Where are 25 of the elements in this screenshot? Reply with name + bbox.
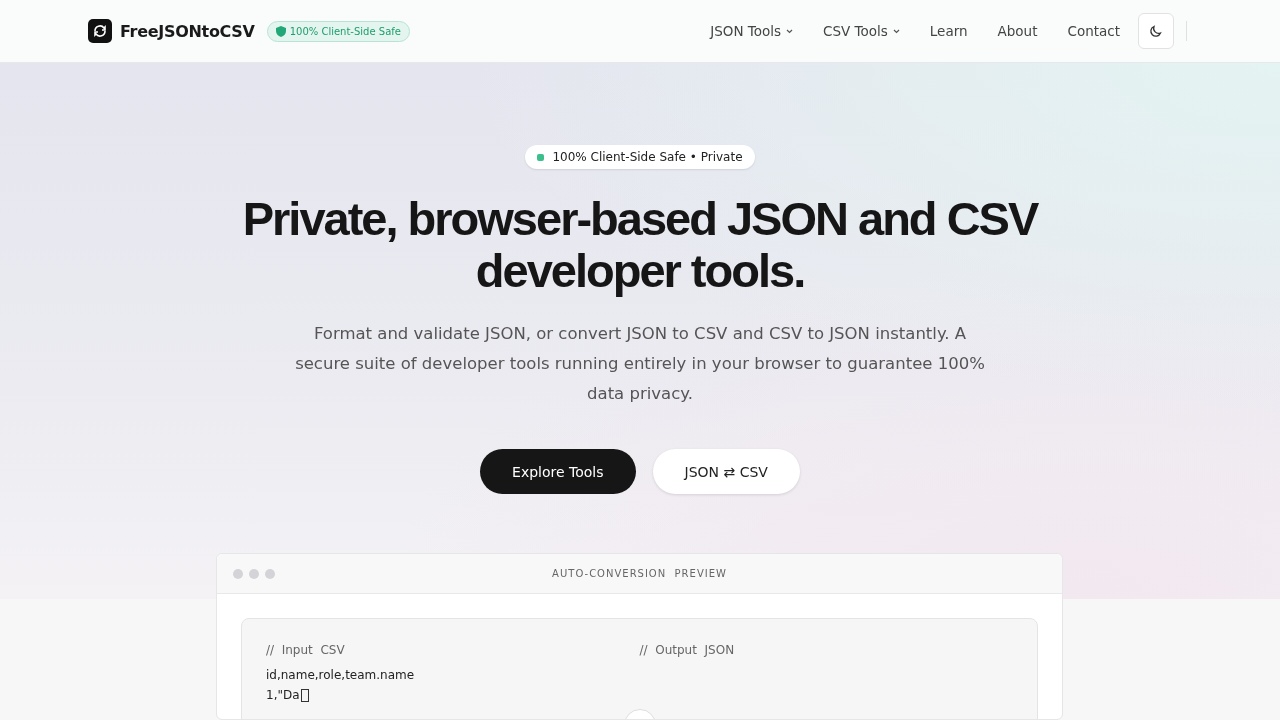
window-controls-icon bbox=[233, 568, 275, 579]
chevron-down-icon bbox=[786, 28, 794, 34]
brand-name[interactable]: FreeJSONtoCSV bbox=[120, 21, 255, 41]
explore-tools-button[interactable]: Explore Tools bbox=[480, 449, 636, 494]
hero-title: Private, browser-based JSON and CSV developer tools. bbox=[241, 193, 1040, 297]
nav-link[interactable]: JSON Tools bbox=[710, 23, 794, 39]
text-cursor-icon bbox=[300, 688, 309, 702]
privacy-pill: 100% Client-Side Safe • Private bbox=[525, 145, 755, 169]
theme-toggle-button[interactable] bbox=[1138, 13, 1174, 49]
preview-title: AUTO-CONVERSION PREVIEW bbox=[552, 568, 727, 579]
logo-icon[interactable] bbox=[88, 19, 112, 43]
nav-link[interactable]: Contact bbox=[1067, 23, 1120, 39]
output-label: // Output JSON bbox=[639, 643, 736, 657]
moon-icon bbox=[1149, 24, 1163, 38]
nav-link[interactable]: CSV Tools bbox=[823, 23, 900, 39]
hero-subtitle: Format and validate JSON, or convert JSON to CSV and CSV to JSON instantly. A secure suite of developer tools running entirely in your browser to guarantee 100% data privacy. bbox=[294, 323, 986, 405]
safety-badge: 100% Client-Side Safe bbox=[266, 20, 410, 42]
chevron-down-icon bbox=[892, 28, 900, 34]
convert-button[interactable]: JSON ⇄ CSV bbox=[652, 449, 800, 494]
nav-link[interactable]: About bbox=[997, 23, 1038, 39]
shield-icon bbox=[275, 25, 286, 37]
code-line: 1,"Da bbox=[266, 687, 300, 704]
code-line: id,name,role,team.name bbox=[266, 667, 415, 684]
input-label: // Input CSV bbox=[266, 643, 346, 657]
nav-link[interactable]: Learn bbox=[929, 23, 968, 39]
